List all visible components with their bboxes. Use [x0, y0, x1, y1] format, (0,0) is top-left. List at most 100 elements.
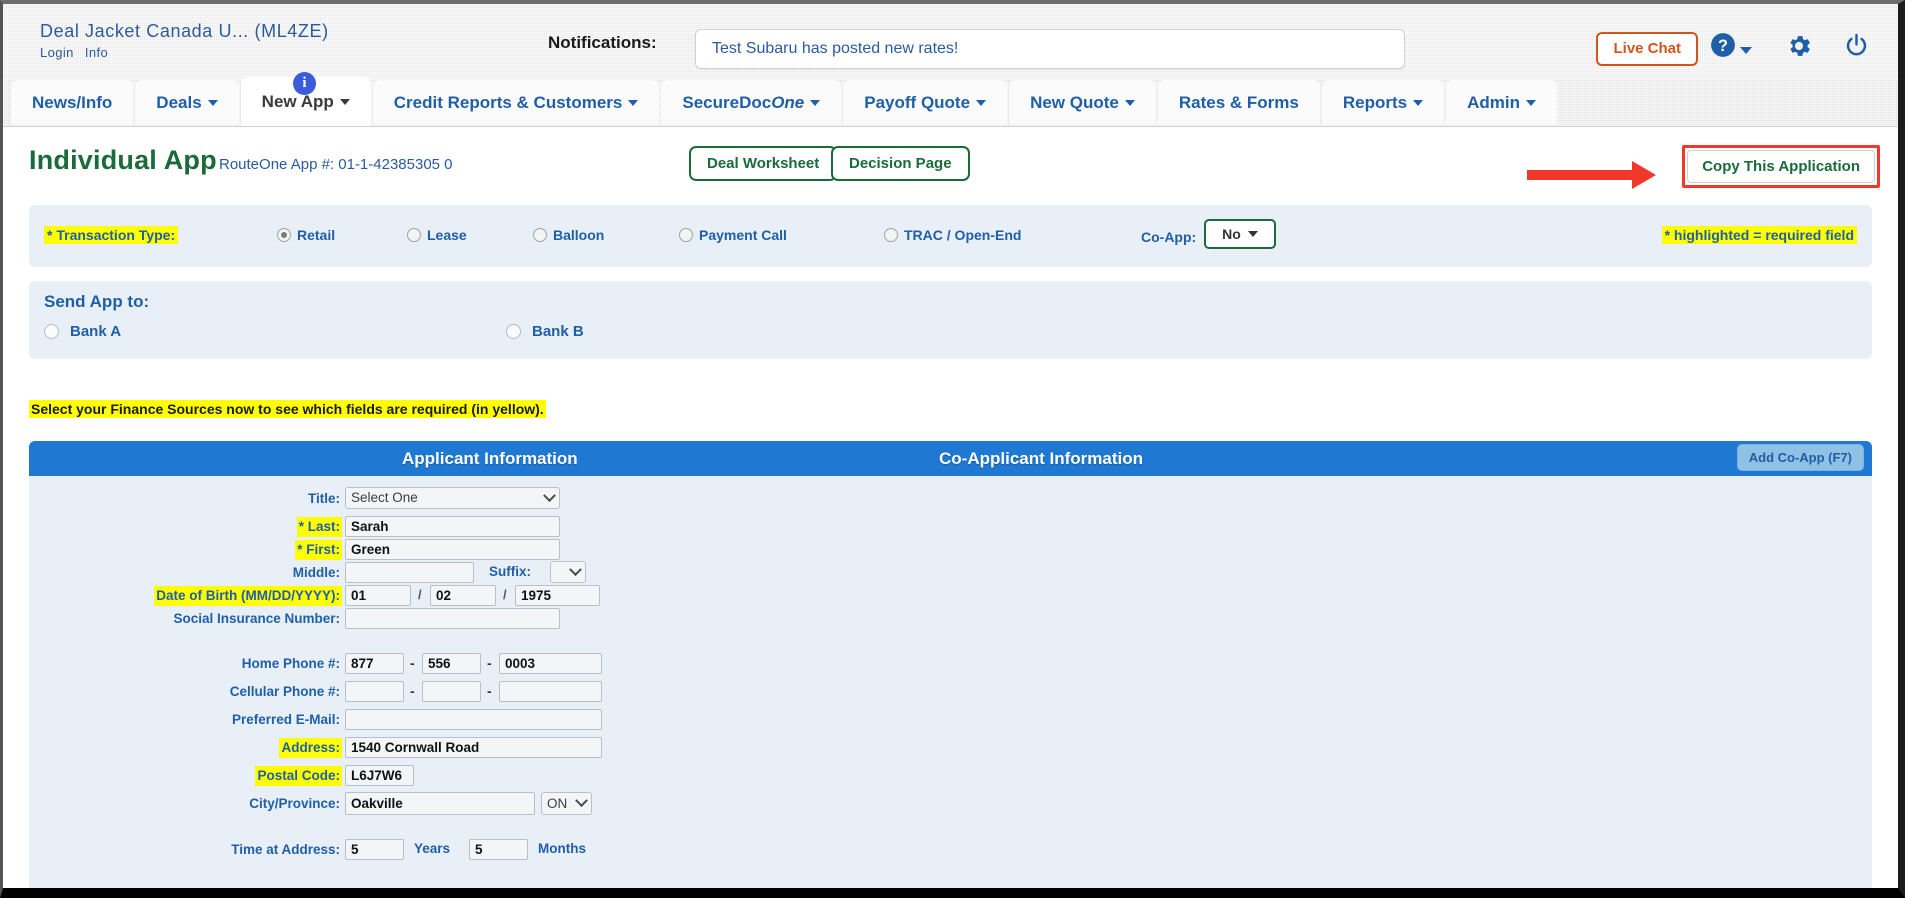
radio-bank-b[interactable]: Bank B — [506, 323, 584, 340]
title-select[interactable]: Select One — [345, 487, 560, 509]
radio-label: TRAC / Open-End — [904, 227, 1022, 243]
nav-item-securedocone[interactable]: SecureDoc One — [661, 80, 842, 126]
decision-page-button[interactable]: Decision Page — [831, 146, 970, 181]
radio-transaction-trac-open-end[interactable]: TRAC / Open-End — [884, 227, 1021, 243]
postal-code-input[interactable]: L6J7W6 — [345, 765, 414, 786]
add-coapp-button[interactable]: Add Co-App (F7) — [1736, 444, 1864, 471]
middle-name-input[interactable] — [345, 562, 474, 583]
radio-label: Balloon — [553, 227, 605, 243]
gear-icon[interactable] — [1785, 32, 1813, 65]
form-row-postal-code: Postal Code: L6J7W6 — [29, 765, 1872, 794]
dob-year-input[interactable]: 1975 — [515, 585, 600, 606]
nav-label: New App — [261, 91, 334, 111]
app-window: Deal Jacket Canada U... (ML4ZE) Login In… — [0, 0, 1905, 898]
top-bar: Deal Jacket Canada U... (ML4ZE) Login In… — [3, 4, 1898, 95]
radio-icon — [533, 228, 547, 242]
radio-icon — [44, 324, 59, 339]
nav-label: SecureDoc — [682, 93, 772, 112]
nav-item-admin[interactable]: Admin — [1446, 80, 1557, 126]
info-link[interactable]: Info — [85, 45, 108, 60]
cell-phone-area-input[interactable] — [345, 681, 404, 702]
dob-month-input[interactable]: 01 — [345, 585, 411, 606]
phone-separator: - — [487, 655, 492, 671]
nav-item-credit-reports-customers[interactable]: Credit Reports & Customers — [372, 80, 660, 126]
time-at-address-months-input[interactable]: 5 — [469, 839, 528, 860]
radio-icon — [679, 228, 693, 242]
time-at-address-years-input[interactable]: 5 — [345, 839, 404, 860]
nav-item-new-quote[interactable]: New Quote — [1009, 80, 1156, 126]
deal-worksheet-button[interactable]: Deal Worksheet — [689, 146, 838, 181]
dob-day-input[interactable]: 02 — [430, 585, 496, 606]
live-chat-button[interactable]: Live Chat — [1596, 32, 1698, 66]
coapp-select[interactable]: No — [1204, 219, 1276, 249]
chevron-down-icon — [1525, 100, 1536, 106]
chevron-down-icon — [1247, 231, 1258, 237]
first-name-label: * First: — [295, 540, 342, 560]
transaction-type-panel: * Transaction Type: Retail Lease Balloon… — [29, 205, 1872, 267]
nav-label: Payoff Quote — [864, 93, 971, 112]
home-phone-area-input[interactable]: 877 — [345, 653, 404, 674]
radio-transaction-lease[interactable]: Lease — [407, 227, 467, 243]
power-icon[interactable] — [1843, 32, 1870, 64]
form-row-email: Preferred E-Mail: — [29, 709, 1872, 738]
email-label: Preferred E-Mail: — [231, 712, 340, 727]
chevron-down-icon — [976, 100, 987, 106]
suffix-label: Suffix: — [489, 564, 531, 579]
nav-item-news-info[interactable]: News/Info — [11, 80, 134, 126]
chevron-down-icon — [543, 488, 556, 502]
title-label: Title: — [307, 491, 340, 506]
account-name: Deal Jacket Canada U... (ML4ZE) — [40, 21, 329, 41]
suffix-select[interactable] — [550, 561, 586, 583]
applicant-panel: Applicant Information Co-Applicant Infor… — [29, 441, 1872, 888]
home-phone-prefix-input[interactable]: 556 — [422, 653, 481, 674]
nav-label: Credit Reports & Customers — [393, 93, 623, 112]
notification-count-badge[interactable]: i — [293, 72, 316, 95]
bank-label: Bank B — [532, 323, 584, 340]
months-label: Months — [538, 841, 586, 856]
coapp-select-value: No — [1222, 226, 1241, 242]
nav-item-rates-forms[interactable]: Rates & Forms — [1157, 80, 1320, 126]
home-phone-line-input[interactable]: 0003 — [499, 653, 602, 674]
nav-item-payoff-quote[interactable]: Payoff Quote — [843, 80, 1008, 126]
required-field-note: * highlighted = required field — [1661, 226, 1857, 244]
radio-bank-a[interactable]: Bank A — [44, 323, 121, 340]
notification-banner[interactable]: Test Subaru has posted new rates! — [695, 29, 1405, 69]
radio-transaction-retail[interactable]: Retail — [277, 227, 335, 243]
social-insurance-number-input[interactable] — [345, 608, 560, 629]
address-input[interactable]: 1540 Cornwall Road — [345, 737, 602, 758]
radio-icon — [506, 324, 521, 339]
login-link[interactable]: Login — [40, 45, 74, 60]
coapp-label: Co-App: — [1141, 229, 1197, 245]
chevron-down-icon[interactable] — [1740, 47, 1752, 54]
radio-icon — [884, 228, 898, 242]
chevron-down-icon — [569, 562, 582, 576]
title-select-value: Select One — [351, 490, 418, 505]
notification-text: Test Subaru has posted new rates! — [712, 40, 959, 57]
last-name-input[interactable]: Sarah — [345, 516, 560, 537]
copy-this-application-button[interactable]: Copy This Application — [1687, 150, 1875, 183]
form-row-cellular-phone: Cellular Phone #: - - — [29, 681, 1872, 710]
email-input[interactable] — [345, 709, 602, 730]
chevron-down-icon — [628, 100, 639, 106]
chevron-down-icon — [339, 98, 350, 105]
nav-item-reports[interactable]: Reports — [1321, 80, 1445, 126]
address-label: Address: — [279, 738, 342, 758]
social-insurance-number-label: Social Insurance Number: — [173, 611, 340, 626]
first-name-input[interactable]: Green — [345, 539, 560, 560]
radio-transaction-payment-call[interactable]: Payment Call — [679, 227, 787, 243]
chevron-down-icon — [810, 100, 821, 106]
help-circle-icon[interactable]: ? — [1710, 32, 1752, 63]
province-select[interactable]: ON — [541, 792, 592, 815]
radio-transaction-balloon[interactable]: Balloon — [533, 227, 604, 243]
city-input[interactable]: Oakville — [345, 792, 535, 815]
dob-separator: / — [503, 587, 507, 602]
phone-separator: - — [487, 683, 492, 699]
cell-phone-line-input[interactable] — [499, 681, 602, 702]
middle-name-label: Middle: — [292, 565, 340, 580]
form-row-first-name: * First: Green — [29, 539, 1872, 563]
form-row-city-province: City/Province: Oakville ON — [29, 792, 1872, 840]
nav-label-italic: One — [771, 93, 805, 112]
chevron-down-icon — [207, 100, 218, 106]
cell-phone-prefix-input[interactable] — [422, 681, 481, 702]
nav-item-deals[interactable]: Deals — [135, 80, 239, 126]
